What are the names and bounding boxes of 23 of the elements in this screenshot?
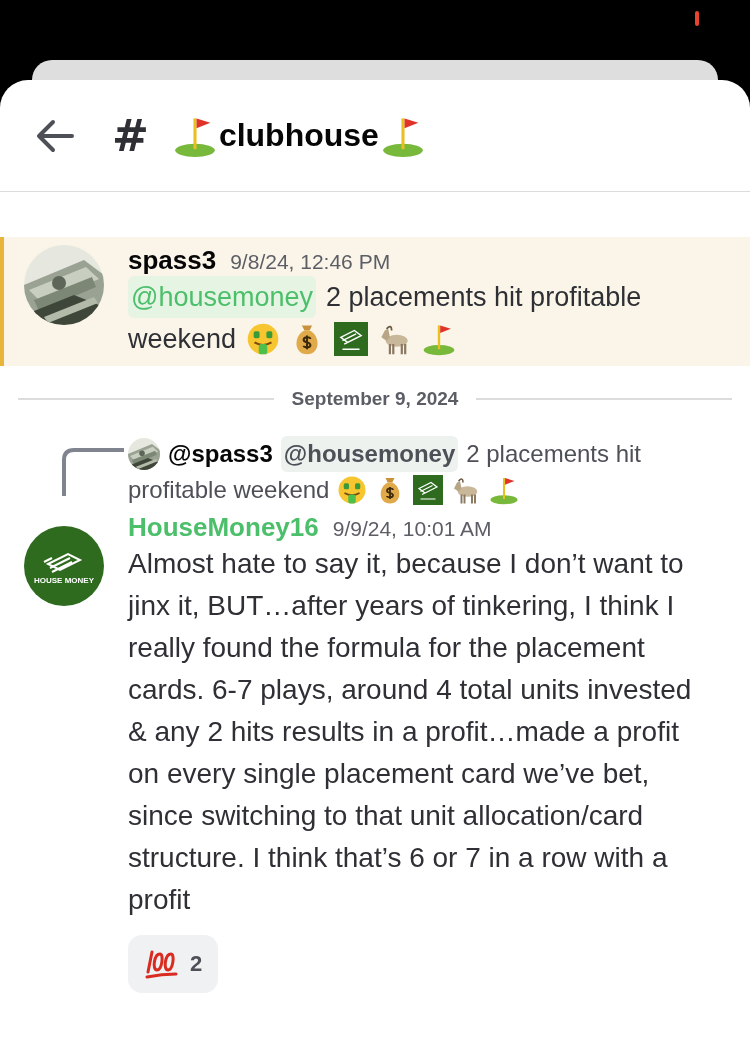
mention[interactable]: @housemoney — [280, 436, 459, 472]
recording-indicator-icon — [695, 11, 699, 26]
avatar-label: HOUSE MONEY — [34, 575, 94, 585]
back-arrow-icon[interactable] — [36, 118, 74, 153]
message-text: Almost hate to say it, because I don’t want to jinx it, BUT…after years of tinkering, I think I really found the formula for the placement cards. 6-7 plays, around 4 total units invested & any 2 hits results in a profit…made a profit on every single placement card we’ve bet, since switching to that unit allocation/card structure. I think that’s 6 or 7 in a row with a profit — [128, 547, 693, 917]
date-divider: September 9, 2024 — [291, 388, 459, 410]
message-text: weekend — [128, 323, 237, 356]
money-face-icon — [246, 322, 281, 356]
reply-author[interactable]: @spass3 — [168, 436, 273, 472]
channel-title: clubhouse — [218, 117, 379, 154]
reply-text: profitable weekend — [128, 475, 330, 505]
timestamp: 9/8/24, 12:46 PM — [230, 250, 391, 274]
channel-hash: # — [112, 110, 149, 161]
golf-flag-icon — [489, 475, 520, 505]
logo-icon — [413, 475, 444, 505]
username[interactable]: spass3 — [128, 245, 217, 276]
logo-icon — [334, 322, 369, 356]
golf-flag-icon — [422, 322, 457, 356]
reply-text: 2 placements hit — [466, 439, 641, 469]
timestamp: 9/9/24, 10:01 AM — [332, 517, 492, 541]
reaction-button[interactable]: 2 — [128, 935, 219, 993]
money-face-icon — [337, 475, 368, 505]
message-text: 2 placements hit profitable — [326, 281, 642, 314]
